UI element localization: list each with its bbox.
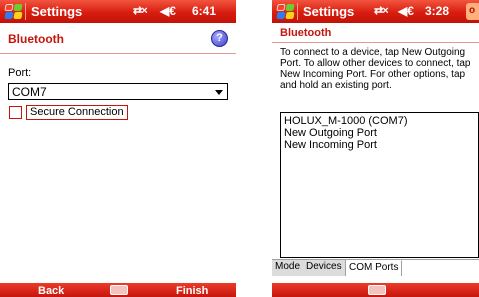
tab-com-ports[interactable]: COM Ports — [346, 260, 403, 276]
com-port-list[interactable]: HOLUX_M-1000 (COM7) New Outgoing Port Ne… — [280, 112, 479, 258]
windows-start-icon[interactable] — [276, 3, 295, 20]
windows-start-icon[interactable] — [4, 3, 23, 20]
app-title: Settings — [31, 4, 83, 19]
port-label: Port: — [8, 67, 32, 79]
title-separator — [25, 3, 26, 20]
bluetooth-com-ports-screen: Settings ⇄× ◀€ 3:28 o Bluetooth To conne… — [272, 0, 479, 297]
page-header: Bluetooth — [272, 23, 479, 43]
secure-connection-label[interactable]: Secure Connection — [26, 105, 128, 120]
connectivity-icon[interactable]: ⇄× — [133, 4, 148, 17]
bluetooth-port-screen: Settings ⇄× ◀€ 6:41 Bluetooth ? Port: CO… — [0, 0, 236, 297]
tab-strip: Mode Devices COM Ports — [272, 259, 479, 276]
connectivity-icon[interactable]: ⇄× — [374, 4, 389, 17]
keyboard-icon[interactable] — [110, 285, 128, 295]
tab-mode[interactable]: Mode — [272, 260, 305, 276]
title-bar: Settings ⇄× ◀€ 3:28 o — [272, 0, 479, 23]
ok-button[interactable]: o — [466, 3, 479, 20]
instructions-text: To connect to a device, tap New Outgoing… — [280, 47, 471, 91]
help-icon[interactable]: ? — [211, 30, 228, 47]
tab-devices[interactable]: Devices — [303, 260, 346, 276]
page-title: Bluetooth — [280, 27, 332, 39]
list-item[interactable]: HOLUX_M-1000 (COM7) — [281, 115, 478, 127]
secure-connection-checkbox[interactable] — [9, 106, 22, 119]
clock[interactable]: 6:41 — [192, 4, 216, 18]
volume-icon[interactable]: ◀€ — [160, 4, 176, 18]
app-title: Settings — [303, 4, 355, 19]
keyboard-icon[interactable] — [368, 285, 386, 295]
soft-key-bar: Back Finish — [0, 283, 236, 297]
page-header: Bluetooth ? — [0, 23, 236, 54]
clock[interactable]: 3:28 — [425, 4, 449, 18]
list-item[interactable]: New Outgoing Port — [281, 127, 478, 139]
list-item[interactable]: New Incoming Port — [281, 139, 478, 151]
back-button[interactable]: Back — [38, 285, 64, 297]
port-dropdown-value: COM7 — [12, 85, 47, 99]
title-separator — [297, 3, 298, 20]
page-title: Bluetooth — [8, 32, 64, 46]
finish-button[interactable]: Finish — [176, 285, 208, 297]
port-dropdown[interactable]: COM7 — [8, 83, 228, 100]
title-bar: Settings ⇄× ◀€ 6:41 — [0, 0, 236, 23]
dropdown-arrow-icon[interactable] — [215, 90, 223, 95]
volume-icon[interactable]: ◀€ — [398, 4, 414, 18]
soft-key-bar — [272, 283, 479, 297]
